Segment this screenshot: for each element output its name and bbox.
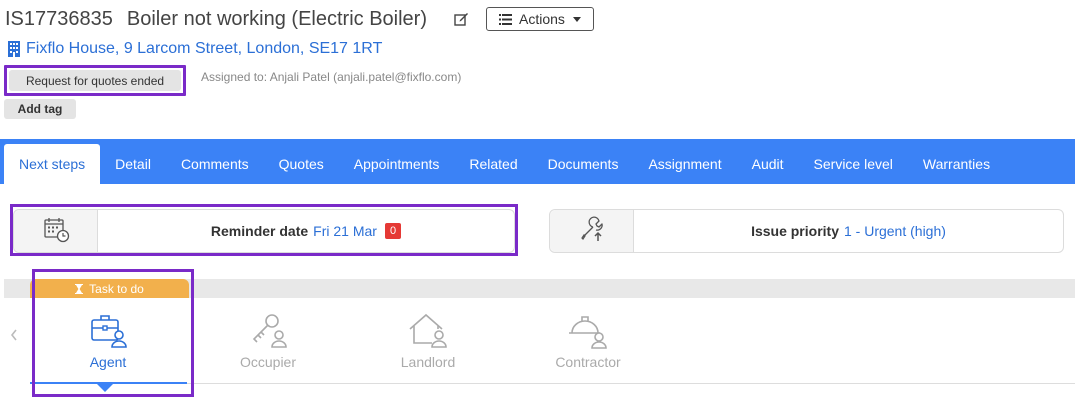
building-icon [8,41,20,57]
tab-appointments[interactable]: Appointments [339,144,455,184]
assigned-to: Assigned to: Anjali Patel (anjali.patel@… [201,70,462,84]
status-badge: Request for quotes ended [9,70,181,91]
status-highlight: Request for quotes ended [4,65,186,96]
add-tag-button[interactable]: Add tag [4,99,76,119]
tab-related[interactable]: Related [454,144,532,184]
tab-detail[interactable]: Detail [100,144,166,184]
key-person-icon [246,310,290,350]
house-person-icon [406,310,450,350]
card-icon-box [550,210,634,252]
tab-audit[interactable]: Audit [737,144,799,184]
tab-next-steps[interactable]: Next steps [4,144,101,184]
tab-warranties[interactable]: Warranties [908,144,1005,184]
actions-button[interactable]: Actions [486,7,594,31]
tab-documents[interactable]: Documents [533,144,634,184]
tab-quotes[interactable]: Quotes [264,144,339,184]
hardhat-person-icon [566,310,610,350]
step-occupier[interactable]: Occupier [193,310,343,370]
step-landlord[interactable]: Landlord [353,310,503,370]
tab-bar: Next steps Detail Comments Quotes Appoin… [0,139,1075,184]
steps-divider [187,383,1075,384]
step-label: Contractor [555,354,621,370]
priority-card[interactable]: Issue priority 1 - Urgent (high) [549,209,1064,253]
issue-title: Boiler not working (Electric Boiler) [126,7,427,30]
agent-highlight [32,269,194,397]
edit-icon[interactable] [453,11,469,27]
list-icon [499,13,512,25]
step-label: Occupier [239,354,297,370]
priority-body: Issue priority 1 - Urgent (high) [634,210,1063,252]
issue-header: IS17736835 Boiler not working (Electric … [5,5,594,33]
step-contractor[interactable]: Contractor [513,310,663,370]
tab-service-level[interactable]: Service level [799,144,908,184]
property-address: Fixflo House, 9 Larcom Street, London, S… [26,40,383,57]
caret-down-icon [572,16,581,22]
tab-assignment[interactable]: Assignment [633,144,736,184]
issue-reference: IS17736835 [5,7,113,30]
step-label: Landlord [400,354,456,370]
reminder-highlight [10,204,518,256]
chevron-left-icon[interactable] [9,328,19,342]
tab-comments[interactable]: Comments [166,144,264,184]
priority-label: Issue priority [751,223,839,239]
property-address-link[interactable]: Fixflo House, 9 Larcom Street, London, S… [8,39,382,59]
wrench-priority-icon [578,215,606,248]
actions-label: Actions [519,11,565,27]
priority-value: 1 - Urgent (high) [843,223,946,239]
